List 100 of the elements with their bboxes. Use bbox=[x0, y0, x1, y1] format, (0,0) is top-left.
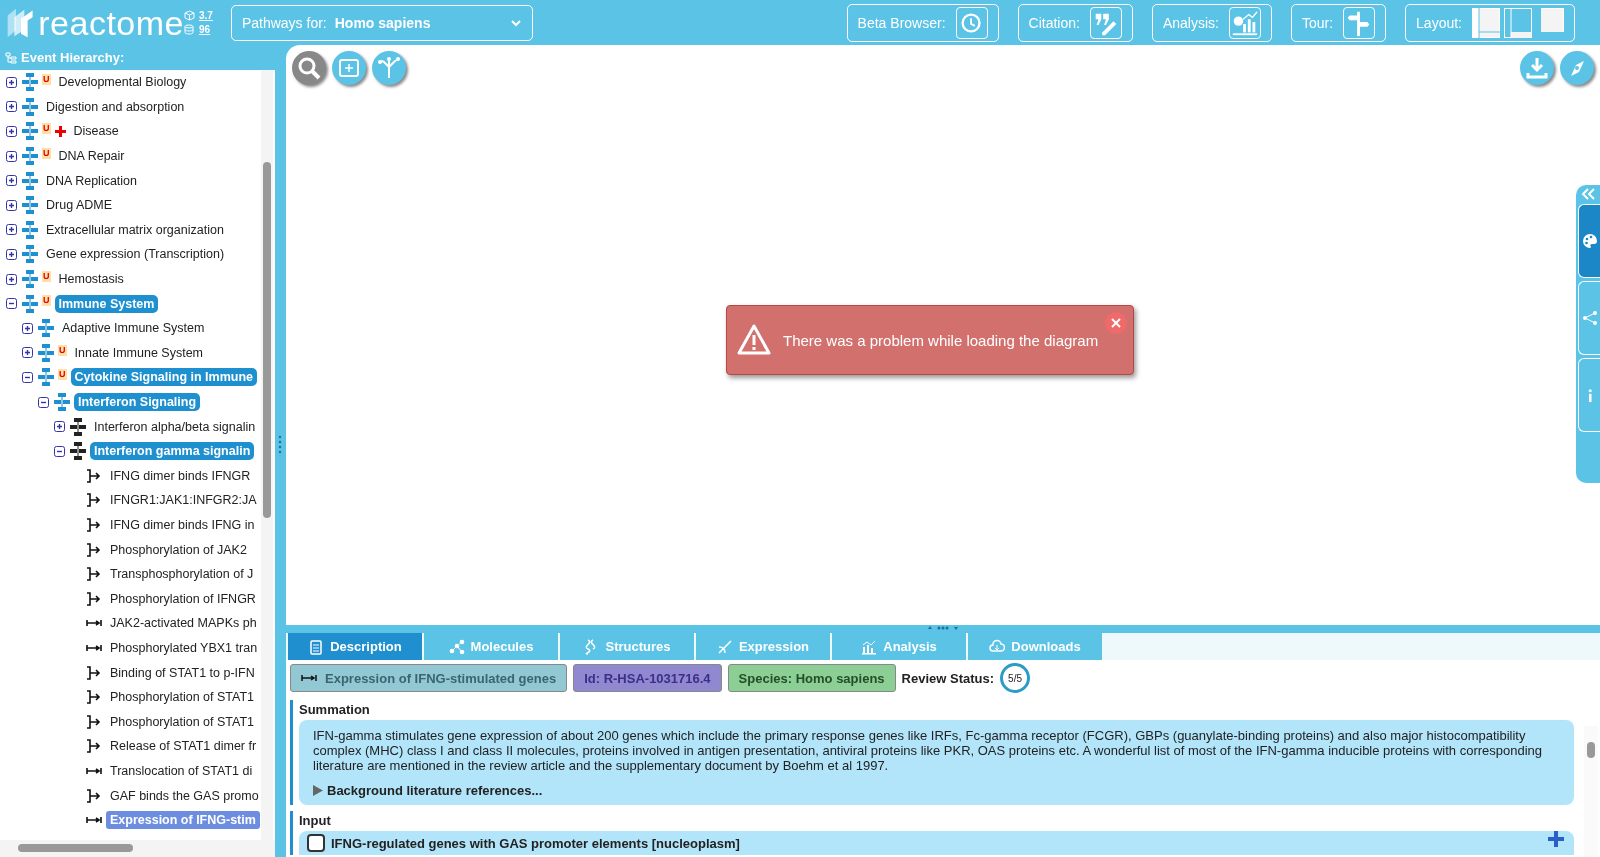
expand-icon[interactable] bbox=[54, 421, 65, 433]
hierarchy-icon bbox=[5, 51, 17, 64]
search-button[interactable] bbox=[292, 51, 326, 85]
tree-item[interactable]: GAF binds the GAS promo bbox=[106, 786, 263, 805]
tree-item[interactable]: Innate Immune System bbox=[70, 343, 208, 362]
vertical-scrollbar[interactable] bbox=[261, 70, 273, 840]
tree-item[interactable]: Phosphorylation of JAK2 bbox=[106, 540, 251, 559]
expand-icon[interactable] bbox=[6, 273, 17, 285]
citation-icon bbox=[1089, 6, 1122, 39]
molecules-icon bbox=[448, 638, 465, 655]
species-tag: Species: Homo sapiens bbox=[727, 664, 896, 692]
error-text: There was a problem while loading the diagram bbox=[783, 331, 1099, 349]
tree-item[interactable]: Developmental Biology bbox=[54, 73, 191, 92]
update-badge: U bbox=[42, 295, 51, 307]
reaction-icon bbox=[85, 466, 103, 485]
beta-icon bbox=[955, 6, 988, 39]
section-heading: Input bbox=[299, 812, 332, 830]
expand-icon[interactable] bbox=[6, 199, 17, 211]
details-tab[interactable]: Description bbox=[288, 633, 422, 660]
tree-item[interactable]: Cytokine Signaling in Immune bbox=[70, 368, 257, 387]
pathway-icon bbox=[21, 196, 39, 215]
tree-item[interactable]: Phosphorylation of STAT1 bbox=[106, 712, 259, 731]
plus-icon[interactable] bbox=[1548, 831, 1564, 847]
update-badge: U bbox=[58, 369, 67, 381]
tree-item[interactable]: Binding of STAT1 to p-IFN bbox=[106, 663, 259, 682]
event-name: Expression of IFNG-stimulated genes bbox=[325, 670, 557, 686]
pathway-icon bbox=[21, 220, 39, 239]
expression-icon bbox=[716, 638, 733, 655]
id-tag: Id: R-HSA-1031716.4 bbox=[573, 664, 722, 692]
tree-item[interactable]: Disease bbox=[69, 122, 123, 141]
reaction-icon bbox=[85, 712, 103, 731]
expand-icon[interactable] bbox=[6, 224, 17, 236]
gene-set-icon bbox=[307, 834, 325, 852]
tree-item[interactable]: Transphosphorylation of J bbox=[106, 565, 258, 584]
tree-item[interactable]: IFNG dimer binds IFNG in bbox=[106, 516, 259, 534]
tree-item[interactable]: Interferon Signaling bbox=[74, 393, 201, 411]
reaction-icon bbox=[85, 540, 103, 559]
tree-item[interactable]: Interferon alpha/beta signalin bbox=[90, 417, 260, 436]
expand-icon[interactable] bbox=[6, 175, 17, 187]
tree-item[interactable]: Extracellular matrix organization bbox=[42, 220, 228, 239]
pathway-icon bbox=[37, 368, 55, 387]
reaction-icon bbox=[85, 786, 103, 805]
transition-icon bbox=[85, 643, 103, 652]
references-link[interactable]: Background literature references... bbox=[327, 783, 543, 798]
pathway-icon bbox=[21, 73, 39, 92]
pathway-icon bbox=[37, 343, 55, 362]
horizontal-scrollbar[interactable] bbox=[0, 840, 275, 857]
reaction-icon bbox=[85, 565, 103, 584]
expand-icon[interactable] bbox=[6, 248, 17, 260]
species-value: Homo sapiens bbox=[334, 14, 432, 31]
tree-item[interactable]: JAK2-activated MAPKs ph bbox=[106, 614, 261, 633]
summation-text: IFN-gamma stimulates gene expression of about 200 genes which include the primary response genes like IRFs, Fc-gamma receptor (FCGR), GBPs (guanylate-binding proteins) and also major histocompatibility complex (MHC) class I and class II molecules, proteins involved in antigen presentation, antiviral proteins like PKR, OAS proteins etc. A wonderful list of most of the IFN-gamma inducible proteins with corresponding literature are mentioned in the review article and the supplementary document by Boehm et al 1997. bbox=[313, 728, 1544, 773]
tree-item[interactable]: Interferon gamma signalin bbox=[90, 442, 255, 461]
tree-item[interactable]: Phosphorylation of IFNGR bbox=[106, 589, 260, 608]
collapse-icon[interactable] bbox=[38, 396, 49, 408]
tree-item[interactable]: Adaptive Immune System bbox=[58, 319, 209, 338]
tree-item[interactable]: Gene expression (Transcription) bbox=[42, 245, 229, 264]
fit-button[interactable] bbox=[332, 51, 366, 85]
expand-icon[interactable] bbox=[22, 347, 33, 359]
review-label: Review Status: bbox=[901, 670, 995, 686]
resize-handle-icon[interactable] bbox=[926, 625, 960, 631]
tree-item[interactable]: DNA Repair bbox=[54, 147, 129, 166]
update-badge: U bbox=[58, 344, 67, 356]
description-icon bbox=[308, 638, 325, 655]
tree-item[interactable]: Translocation of STAT1 di bbox=[106, 761, 257, 780]
reaction-icon bbox=[85, 589, 103, 608]
expand-icon[interactable] bbox=[6, 101, 17, 113]
pathway-icon bbox=[69, 417, 87, 436]
expand-icon[interactable] bbox=[6, 150, 17, 162]
transition-icon bbox=[85, 766, 103, 775]
collapse-icon[interactable] bbox=[22, 371, 33, 383]
tree-item[interactable]: IFNG dimer binds IFNGR bbox=[106, 466, 255, 485]
vertical-scrollbar[interactable] bbox=[1584, 726, 1598, 857]
tree-item[interactable]: Phosphorylation of STAT1 bbox=[106, 688, 259, 707]
expand-icon[interactable] bbox=[22, 322, 33, 334]
tree-item[interactable]: Release of STAT1 dimer fr bbox=[106, 737, 261, 756]
input-name[interactable]: IFNG-regulated genes with GAS promoter elements [nucleoplasm] bbox=[331, 835, 740, 851]
transition-icon bbox=[85, 816, 103, 825]
download-button[interactable] bbox=[1520, 51, 1554, 85]
tree-item[interactable]: Hemostasis bbox=[54, 270, 128, 289]
tree-item[interactable]: DNA Replication bbox=[42, 171, 141, 190]
reaction-icon bbox=[85, 737, 103, 756]
tree-button[interactable] bbox=[372, 51, 406, 85]
tree-item[interactable]: Immune System bbox=[54, 294, 159, 313]
tree-item[interactable]: Drug ADME bbox=[42, 196, 116, 215]
tree-item[interactable]: Digestion and absorption bbox=[42, 97, 189, 116]
tree-item[interactable]: Phosphorylated YBX1 tran bbox=[106, 638, 262, 657]
review-status: 5/5 bbox=[1000, 663, 1031, 693]
expand-triangle-icon[interactable] bbox=[313, 785, 323, 796]
pathway-icon bbox=[21, 171, 39, 190]
collapse-icon[interactable] bbox=[54, 445, 65, 457]
close-button[interactable] bbox=[1105, 312, 1127, 334]
panel-title: Event Hierarchy: bbox=[21, 50, 125, 65]
expand-icon[interactable] bbox=[6, 126, 17, 137]
compass-button[interactable] bbox=[1560, 51, 1594, 85]
analysis-icon bbox=[1228, 6, 1261, 39]
tree-item[interactable]: IFNGR1:JAK1:INFGR2:JA bbox=[106, 491, 261, 510]
expand-icon[interactable] bbox=[6, 76, 17, 88]
collapse-icon[interactable] bbox=[6, 298, 17, 310]
side-tab[interactable] bbox=[1578, 204, 1600, 278]
